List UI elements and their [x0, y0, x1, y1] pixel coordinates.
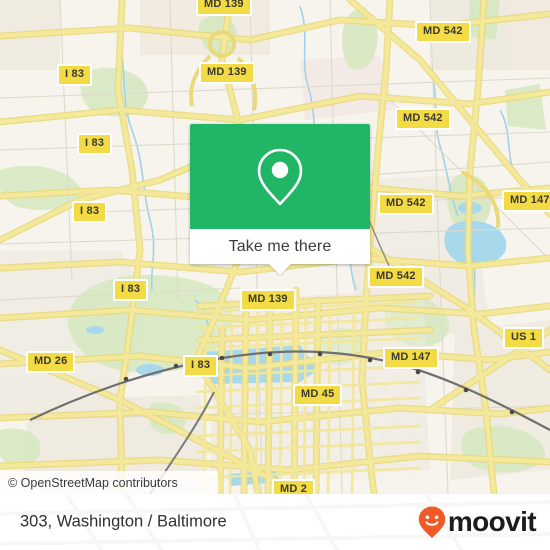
road-shield-i83-a: I 83: [57, 64, 93, 86]
road-shield-md542-b: MD 542: [395, 108, 451, 130]
road-shield-i83-b: I 83: [77, 133, 113, 155]
road-shield-md147-a: MD 147: [502, 190, 550, 212]
moovit-logo[interactable]: moovit: [417, 505, 537, 539]
road-shield-md139-top: MD 139: [196, 0, 252, 16]
road-shield-md542-d: MD 542: [368, 266, 424, 288]
road-shield-i83-d: I 83: [113, 279, 149, 301]
destination-popup-card[interactable]: Take me there: [190, 124, 370, 275]
road-shield-md26: MD 26: [26, 351, 76, 373]
road-shield-md542-c: MD 542: [378, 193, 434, 215]
bottom-info-bar: 303, Washington / Baltimore moovit: [0, 494, 550, 550]
road-shield-md542-a: MD 542: [415, 21, 471, 43]
take-me-there-label: Take me there: [228, 237, 332, 255]
moovit-wordmark: moovit: [447, 506, 537, 537]
popup-header: [190, 124, 370, 229]
road-shield-md147-b: MD 147: [383, 347, 439, 369]
popup-pointer: [269, 264, 291, 275]
osm-attribution[interactable]: © OpenStreetMap contributors: [8, 476, 178, 490]
address-label: 303, Washington / Baltimore: [20, 512, 227, 531]
road-shield-md45: MD 45: [293, 384, 343, 406]
road-shield-i83-e: I 83: [183, 355, 219, 377]
road-shield-i83-c: I 83: [72, 201, 108, 223]
map-pin-icon: [257, 148, 303, 205]
road-shield-md2: MD 2: [272, 479, 316, 494]
moovit-map-screen: MD 139 MD 542 I 83 MD 139 MD 542 I 83 I …: [0, 0, 550, 550]
road-shield-md139-a: MD 139: [199, 62, 255, 84]
moovit-pin-icon: [418, 506, 446, 538]
road-shield-us1: US 1: [503, 327, 545, 349]
take-me-there-button[interactable]: Take me there: [190, 229, 370, 264]
road-shield-md139-b: MD 139: [240, 289, 296, 311]
